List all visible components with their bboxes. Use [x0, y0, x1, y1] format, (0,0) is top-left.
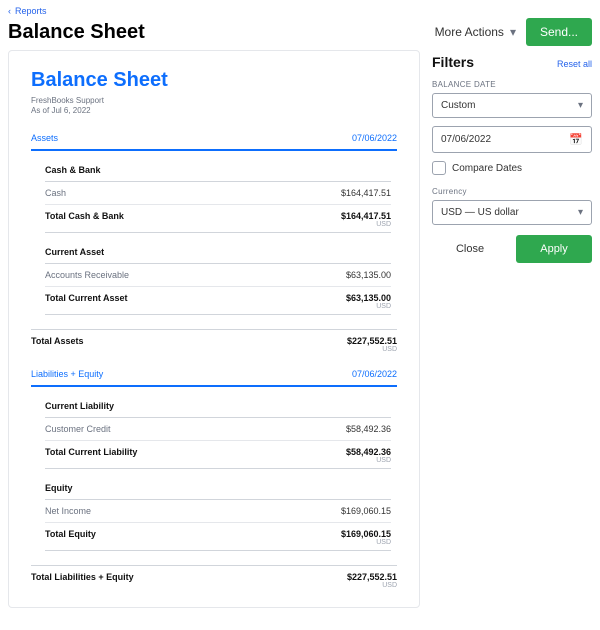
current-liability-section: Current Liability Customer Credit $58,49… — [31, 401, 397, 469]
balance-date-label: BALANCE DATE — [432, 80, 592, 89]
date-range-select[interactable]: Custom ▾ — [432, 93, 592, 118]
table-row: Cash $164,417.51 — [45, 182, 391, 205]
total-label: Total Current Liability — [45, 447, 137, 464]
page-title: Balance Sheet — [8, 21, 145, 44]
date-value: 07/06/2022 — [441, 134, 491, 145]
report-asof: As of Jul 6, 2022 — [31, 106, 397, 116]
currency-tag: USD — [341, 221, 391, 228]
table-row: Net Income $169,060.15 — [45, 500, 391, 523]
chevron-down-icon: ▾ — [510, 25, 516, 39]
report-title: Balance Sheet — [31, 69, 397, 92]
report-org: FreshBooks Support — [31, 96, 397, 106]
more-actions-dropdown[interactable]: More Actions ▾ — [435, 25, 516, 39]
total-amount: $227,552.51 — [347, 336, 397, 346]
filters-title: Filters — [432, 54, 474, 70]
total-label: Total Equity — [45, 529, 96, 546]
current-liability-total: Total Current Liability $58,492.36 USD — [45, 441, 391, 469]
row-amount: $164,417.51 — [341, 188, 391, 198]
total-label: Total Cash & Bank — [45, 211, 124, 228]
assets-date: 07/06/2022 — [352, 133, 397, 143]
total-label: Total Assets — [31, 336, 84, 353]
total-amount: $169,060.15 — [341, 529, 391, 539]
row-amount: $58,492.36 — [346, 424, 391, 434]
reset-all-link[interactable]: Reset all — [557, 59, 592, 69]
currency-value: USD — US dollar — [441, 207, 519, 218]
equity-title: Equity — [45, 483, 391, 500]
total-amount: $63,135.00 — [346, 293, 391, 303]
current-liability-title: Current Liability — [45, 401, 391, 418]
total-liabilities-equity: Total Liabilities + Equity $227,552.51 U… — [31, 565, 397, 589]
table-row: Accounts Receivable $63,135.00 — [45, 264, 391, 287]
current-asset-section: Current Asset Accounts Receivable $63,13… — [31, 247, 397, 315]
row-label: Net Income — [45, 506, 91, 516]
total-label: Total Liabilities + Equity — [31, 572, 134, 589]
total-label: Total Current Asset — [45, 293, 128, 310]
currency-tag: USD — [347, 346, 397, 353]
currency-tag: USD — [346, 457, 391, 464]
liabilities-header: Liabilities + Equity 07/06/2022 — [31, 369, 397, 387]
cash-bank-title: Cash & Bank — [45, 165, 391, 182]
date-range-value: Custom — [441, 100, 475, 111]
equity-section: Equity Net Income $169,060.15 Total Equi… — [31, 483, 397, 551]
filters-panel: Filters Reset all BALANCE DATE Custom ▾ … — [432, 50, 592, 608]
row-label: Customer Credit — [45, 424, 111, 434]
table-row: Customer Credit $58,492.36 — [45, 418, 391, 441]
total-assets: Total Assets $227,552.51 USD — [31, 329, 397, 353]
send-button[interactable]: Send... — [526, 18, 592, 46]
equity-total: Total Equity $169,060.15 USD — [45, 523, 391, 551]
row-label: Accounts Receivable — [45, 270, 129, 280]
current-asset-total: Total Current Asset $63,135.00 USD — [45, 287, 391, 315]
chevron-down-icon: ▾ — [578, 207, 583, 218]
more-actions-label: More Actions — [435, 25, 504, 39]
currency-label: Currency — [432, 187, 592, 196]
row-label: Cash — [45, 188, 66, 198]
cash-bank-section: Cash & Bank Cash $164,417.51 Total Cash … — [31, 165, 397, 233]
liabilities-date: 07/06/2022 — [352, 369, 397, 379]
compare-dates-checkbox[interactable] — [432, 161, 446, 175]
total-amount: $58,492.36 — [346, 447, 391, 457]
current-asset-title: Current Asset — [45, 247, 391, 264]
apply-button[interactable]: Apply — [516, 235, 592, 263]
currency-tag: USD — [346, 303, 391, 310]
close-button[interactable]: Close — [432, 235, 508, 263]
compare-dates-label: Compare Dates — [452, 163, 522, 174]
breadcrumb-reports[interactable]: ‹ Reports — [8, 6, 592, 16]
currency-tag: USD — [341, 539, 391, 546]
total-amount: $164,417.51 — [341, 211, 391, 221]
total-amount: $227,552.51 — [347, 572, 397, 582]
breadcrumb-label: Reports — [15, 6, 47, 16]
row-amount: $63,135.00 — [346, 270, 391, 280]
liabilities-label: Liabilities + Equity — [31, 369, 103, 379]
currency-select[interactable]: USD — US dollar ▾ — [432, 200, 592, 225]
report-card: Balance Sheet FreshBooks Support As of J… — [8, 50, 420, 608]
chevron-left-icon: ‹ — [8, 6, 11, 16]
calendar-icon: 📅 — [569, 133, 583, 146]
row-amount: $169,060.15 — [341, 506, 391, 516]
assets-header: Assets 07/06/2022 — [31, 133, 397, 151]
assets-label: Assets — [31, 133, 58, 143]
currency-tag: USD — [347, 582, 397, 589]
chevron-down-icon: ▾ — [578, 100, 583, 111]
date-input[interactable]: 07/06/2022 📅 — [432, 126, 592, 153]
cash-bank-total: Total Cash & Bank $164,417.51 USD — [45, 205, 391, 233]
